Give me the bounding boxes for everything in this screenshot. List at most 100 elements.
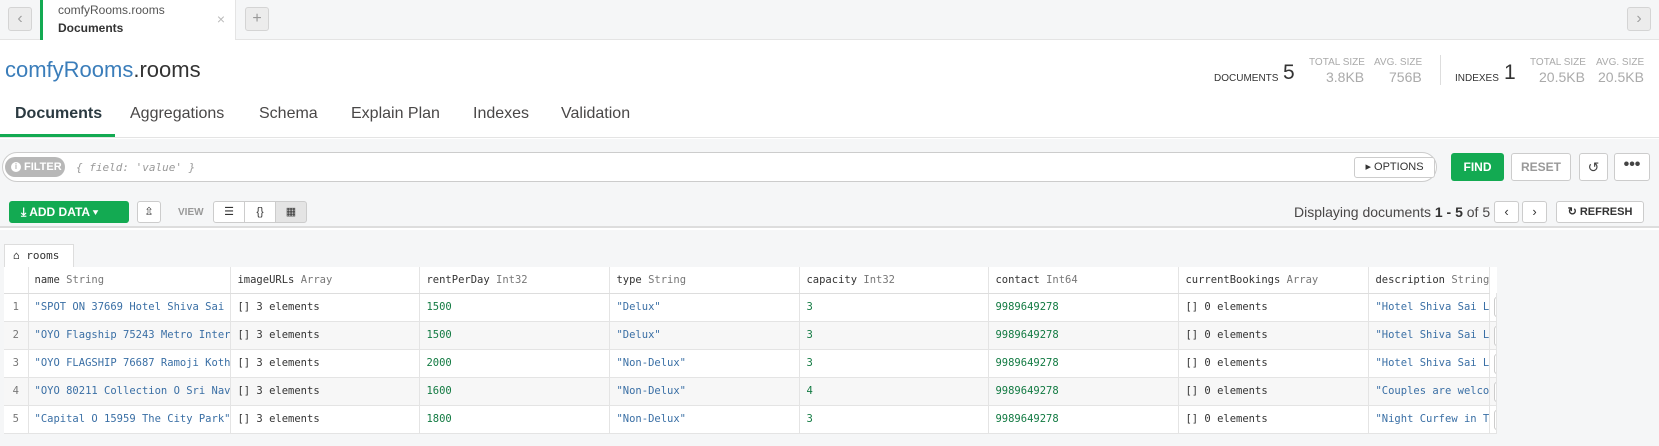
table-cell[interactable]: [] 3 elements xyxy=(230,293,421,322)
next-page-icon[interactable]: › xyxy=(1522,201,1547,223)
table-row[interactable]: 5 "Capital O 15959 The City Park"[] 3 ele… xyxy=(4,405,1498,434)
column-header-capacity[interactable]: capacity Int32 xyxy=(799,267,990,294)
table-cell[interactable]: "Hotel Shiva Sai L xyxy=(1368,349,1491,378)
table-cell[interactable]: "OYO FLAGSHIP 76687 Ramoji Koth xyxy=(28,349,232,378)
table-cell[interactable]: "Hotel Shiva Sai L xyxy=(1368,293,1491,322)
table-cell[interactable]: 1500 xyxy=(419,321,611,350)
table-cell[interactable]: 9989649278 xyxy=(988,405,1180,434)
table-row[interactable]: 4 "OYO 80211 Collection O Sri Nav[] 3 ele… xyxy=(4,377,1498,406)
row-actions: ✎⎘❐🗑 xyxy=(1489,405,1498,434)
row-actions: ✎⎘❐🗑 xyxy=(1489,377,1498,406)
table-cell[interactable]: "Non-Delux" xyxy=(609,349,801,378)
edit-icon[interactable]: ✎ xyxy=(1494,325,1496,346)
table-cell[interactable]: 3 xyxy=(799,293,990,322)
table-cell[interactable]: "Couples are welco xyxy=(1368,377,1491,406)
tab-documents[interactable]: Documents xyxy=(15,105,102,123)
table-cell[interactable]: [] 3 elements xyxy=(230,405,421,434)
column-header-currentbookings[interactable]: currentBookings Array xyxy=(1178,267,1370,294)
table-cell[interactable]: 9989649278 xyxy=(988,349,1180,378)
edit-icon[interactable]: ✎ xyxy=(1494,409,1496,430)
table-cell[interactable]: 1800 xyxy=(419,405,611,434)
database-name[interactable]: comfyRooms xyxy=(5,57,133,82)
edit-icon[interactable]: ✎ xyxy=(1494,381,1496,402)
table-cell[interactable]: [] 3 elements xyxy=(230,377,421,406)
table-cell[interactable]: 9989649278 xyxy=(988,321,1180,350)
table-view-icon[interactable]: ▦ xyxy=(275,201,307,223)
edit-icon[interactable]: ✎ xyxy=(1494,297,1496,317)
table-cell[interactable]: "Non-Delux" xyxy=(609,377,801,406)
table-cell[interactable]: "Non-Delux" xyxy=(609,405,801,434)
table-cell[interactable]: [] 0 elements xyxy=(1178,293,1370,322)
page-title: comfyRooms.rooms xyxy=(5,57,201,83)
refresh-label: REFRESH xyxy=(1579,206,1633,218)
table-cell[interactable]: 3 xyxy=(799,321,990,350)
table-cell[interactable]: "Night Curfew in T xyxy=(1368,405,1491,434)
tab-indexes[interactable]: Indexes xyxy=(473,105,529,123)
tab-comfyrooms-rooms[interactable]: comfyRooms.rooms Documents × xyxy=(40,0,236,40)
table-row[interactable]: 3 "OYO FLAGSHIP 76687 Ramoji Koth[] 3 ele… xyxy=(4,349,1498,378)
table-cell[interactable]: "OYO Flagship 75243 Metro Inter xyxy=(28,321,232,350)
reset-button[interactable]: RESET xyxy=(1511,153,1571,181)
column-header-rownum xyxy=(4,267,29,294)
table-cell[interactable]: 1600 xyxy=(419,377,611,406)
table-cell[interactable]: 1500 xyxy=(419,293,611,322)
column-header-type[interactable]: type String xyxy=(609,267,801,294)
table-cell[interactable]: "SPOT ON 37669 Hotel Shiva Sai xyxy=(28,293,232,322)
download-icon: ⤓ xyxy=(21,205,30,219)
list-view-icon[interactable]: ☰ xyxy=(213,201,245,223)
row-number: 1 xyxy=(4,293,29,322)
new-tab-button[interactable]: + xyxy=(245,7,269,31)
more-options-button[interactable]: ••• xyxy=(1614,153,1650,181)
table-row[interactable]: 2 "OYO Flagship 75243 Metro Inter[] 3 ele… xyxy=(4,321,1498,350)
table-cell[interactable]: 3 xyxy=(799,349,990,378)
tab-explain-plan[interactable]: Explain Plan xyxy=(351,105,440,123)
documents-count: 5 xyxy=(1283,61,1295,84)
close-tab-icon[interactable]: × xyxy=(217,11,225,27)
column-header-imageurls[interactable]: imageURLs Array xyxy=(230,267,421,294)
options-button[interactable]: ▸ OPTIONS xyxy=(1354,157,1435,178)
column-header-description[interactable]: description String xyxy=(1368,267,1491,294)
table-cell[interactable]: 2000 xyxy=(419,349,611,378)
table-cell[interactable]: 9989649278 xyxy=(988,377,1180,406)
scroll-left-icon[interactable]: ‹ xyxy=(8,7,32,31)
table-cell[interactable]: "Delux" xyxy=(609,293,801,322)
column-header-rentperday[interactable]: rentPerDay Int32 xyxy=(419,267,611,294)
tab-schema[interactable]: Schema xyxy=(259,105,318,123)
table-cell[interactable]: [] 0 elements xyxy=(1178,349,1370,378)
table-cell[interactable]: 9989649278 xyxy=(988,293,1180,322)
table-cell[interactable]: 3 xyxy=(799,405,990,434)
table-cell[interactable]: "Delux" xyxy=(609,321,801,350)
json-view-icon[interactable]: {} xyxy=(244,201,276,223)
table-cell[interactable]: [] 3 elements xyxy=(230,321,421,350)
refresh-button[interactable]: ↻ REFRESH xyxy=(1556,201,1644,223)
edit-icon[interactable]: ✎ xyxy=(1494,353,1496,374)
table-cell[interactable]: "OYO 80211 Collection O Sri Nav xyxy=(28,377,232,406)
table-cell[interactable]: [] 0 elements xyxy=(1178,405,1370,434)
filter-label: i FILTER xyxy=(5,157,65,177)
table-cell[interactable]: [] 0 elements xyxy=(1178,377,1370,406)
tab-validation[interactable]: Validation xyxy=(561,105,630,123)
table-row[interactable]: 1 "SPOT ON 37669 Hotel Shiva Sai[] 3 elem… xyxy=(4,293,1498,322)
table-cell[interactable]: "Hotel Shiva Sai L xyxy=(1368,321,1491,350)
column-header-contact[interactable]: contact Int64 xyxy=(988,267,1180,294)
view-label: VIEW xyxy=(178,207,204,218)
find-button[interactable]: FIND xyxy=(1451,153,1504,181)
table-cell[interactable]: 4 xyxy=(799,377,990,406)
scroll-right-icon[interactable]: › xyxy=(1627,7,1651,31)
history-icon[interactable]: ↺ xyxy=(1579,153,1608,181)
filter-placeholder[interactable]: { field: 'value' } xyxy=(76,161,195,174)
collection-breadcrumb[interactable]: ⌂ rooms xyxy=(4,244,74,267)
options-label: OPTIONS xyxy=(1374,161,1424,173)
caret-right-icon: ▸ xyxy=(1365,161,1375,173)
export-icon[interactable]: ⇫ xyxy=(137,201,161,223)
prev-page-icon[interactable]: ‹ xyxy=(1494,201,1519,223)
avg-size-value: 756B xyxy=(1389,69,1422,85)
table-cell[interactable]: [] 0 elements xyxy=(1178,321,1370,350)
header-row: name String imageURLs Array rentPerDay I… xyxy=(4,267,1497,294)
table-cell[interactable]: "Capital O 15959 The City Park" xyxy=(28,405,232,434)
add-data-button[interactable]: ⤓ ADD DATA ▾ xyxy=(9,201,129,223)
filter-input[interactable] xyxy=(2,152,1437,182)
table-cell[interactable]: [] 3 elements xyxy=(230,349,421,378)
column-header-name[interactable]: name String xyxy=(28,267,232,294)
tab-aggregations[interactable]: Aggregations xyxy=(130,105,224,123)
